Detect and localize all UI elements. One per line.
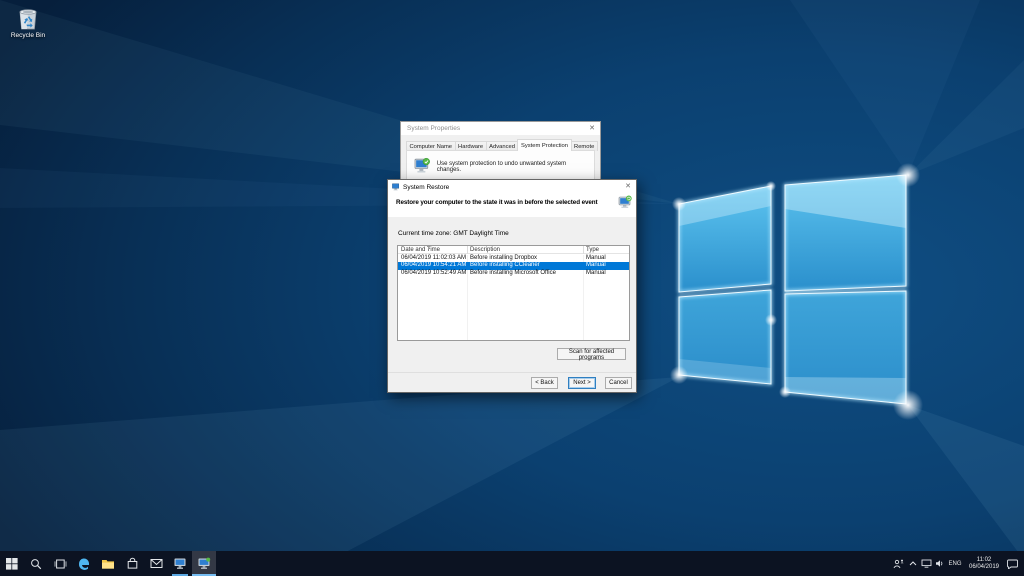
- system-properties-taskbar-button[interactable]: [168, 551, 192, 576]
- display-tray-button[interactable]: [919, 551, 933, 576]
- table-row[interactable]: 06/04/2019 10:52:49 AM Before installing…: [398, 270, 629, 277]
- recycle-bin-label: Recycle Bin: [10, 32, 46, 39]
- desktop: Recycle Bin System Properties ✕ Computer…: [0, 0, 1024, 576]
- file-explorer-button[interactable]: [96, 551, 120, 576]
- edge-icon: [78, 557, 89, 570]
- system-properties-window[interactable]: System Properties ✕ Computer Name Hardwa…: [400, 121, 601, 183]
- cell-description: Before installing Dropbox: [470, 255, 538, 261]
- table-header: Date and Time ▴ Description Type: [398, 246, 629, 254]
- recycle-bin[interactable]: Recycle Bin: [4, 5, 52, 39]
- action-center-button[interactable]: [1003, 551, 1021, 576]
- timezone-label: Current time zone: GMT Daylight Time: [398, 230, 509, 237]
- system-restore-body: Current time zone: GMT Daylight Time Dat…: [388, 217, 636, 392]
- clock-time: 11:02: [976, 556, 992, 563]
- search-icon: [31, 558, 42, 569]
- system-restore-heading: Restore your computer to the state it wa…: [396, 199, 598, 206]
- column-separator[interactable]: [583, 246, 584, 254]
- table-row-selected[interactable]: 06/04/2019 10:54:21 AM Before installing…: [398, 262, 629, 270]
- cell-type: Manual: [586, 255, 606, 261]
- task-view-icon: [54, 559, 66, 568]
- restore-points-table[interactable]: Date and Time ▴ Description Type 06/04/2…: [397, 245, 630, 341]
- people-icon: [893, 559, 904, 568]
- sort-indicator-icon: ▴: [428, 245, 431, 250]
- start-button[interactable]: [0, 551, 24, 576]
- cell-description: Before installing Microsoft Office: [470, 269, 556, 276]
- cell-datetime: 06/04/2019 10:54:21 AM: [401, 262, 467, 269]
- tab-system-protection[interactable]: System Protection: [517, 139, 572, 151]
- language-indicator[interactable]: ENG: [945, 551, 965, 576]
- system-properties-app-icon: [174, 558, 186, 569]
- system-restore-titlebar-icon: [392, 183, 399, 191]
- store-button[interactable]: [120, 551, 144, 576]
- action-center-icon: [1006, 559, 1018, 569]
- system-restore-titlebar[interactable]: System Restore ✕: [388, 180, 636, 194]
- column-description[interactable]: Description: [470, 247, 500, 253]
- column-type[interactable]: Type: [586, 247, 599, 253]
- cell-type: Manual: [586, 262, 606, 269]
- system-restore-app-icon: [198, 557, 211, 569]
- cancel-button[interactable]: Cancel: [605, 377, 632, 389]
- system-properties-close-icon[interactable]: ✕: [584, 122, 600, 136]
- system-restore-header: Restore your computer to the state it wa…: [388, 194, 636, 217]
- column-separator[interactable]: [467, 246, 468, 254]
- system-restore-close-icon[interactable]: ✕: [620, 180, 636, 194]
- table-rows: 06/04/2019 11:02:03 AM Before installing…: [398, 255, 629, 277]
- column-date-and-time[interactable]: Date and Time: [401, 247, 440, 253]
- windows-logo-icon: [6, 557, 18, 570]
- volume-tray-button[interactable]: [933, 551, 945, 576]
- system-tray: ENG 11:02 06/04/2019: [891, 551, 1024, 576]
- taskbar-spacer: [216, 551, 891, 576]
- footer-divider: [388, 372, 636, 373]
- taskbar: ENG 11:02 06/04/2019: [0, 551, 1024, 576]
- table-row[interactable]: 06/04/2019 11:02:03 AM Before installing…: [398, 255, 629, 262]
- tray-overflow-button[interactable]: [906, 551, 919, 576]
- task-view-button[interactable]: [48, 551, 72, 576]
- cell-datetime: 06/04/2019 11:02:03 AM: [401, 255, 466, 261]
- scan-affected-programs-button[interactable]: Scan for affected programs: [557, 348, 626, 361]
- taskbar-clock[interactable]: 11:02 06/04/2019: [965, 551, 1003, 576]
- file-explorer-icon: [102, 559, 114, 569]
- system-properties-title: System Properties: [407, 125, 461, 132]
- clock-date: 06/04/2019: [968, 563, 1000, 570]
- cell-type: Manual: [586, 269, 606, 276]
- speaker-icon: [935, 560, 942, 567]
- system-restore-title: System Restore: [403, 183, 450, 191]
- cell-description: Before installing CCleaner: [470, 262, 540, 269]
- chevron-up-icon: [909, 561, 916, 566]
- search-button[interactable]: [24, 551, 48, 576]
- people-tray-button[interactable]: [891, 551, 906, 576]
- cell-datetime: 06/04/2019 10:52:49 AM: [401, 269, 467, 276]
- system-restore-taskbar-button[interactable]: [192, 551, 216, 576]
- mail-button[interactable]: [144, 551, 168, 576]
- recycle-bin-icon: [19, 9, 37, 30]
- system-restore-icon: [618, 195, 632, 208]
- store-icon: [127, 557, 137, 569]
- system-protection-description: Use system protection to undo unwanted s…: [436, 161, 567, 173]
- system-restore-window[interactable]: System Restore ✕ Restore your computer t…: [387, 179, 637, 393]
- next-button[interactable]: Next >: [568, 377, 596, 389]
- back-button[interactable]: < Back: [531, 377, 558, 389]
- mail-icon: [150, 559, 162, 568]
- system-properties-titlebar[interactable]: System Properties ✕: [401, 122, 600, 135]
- display-icon: [921, 559, 931, 568]
- system-protection-icon: [414, 157, 430, 173]
- edge-button[interactable]: [72, 551, 96, 576]
